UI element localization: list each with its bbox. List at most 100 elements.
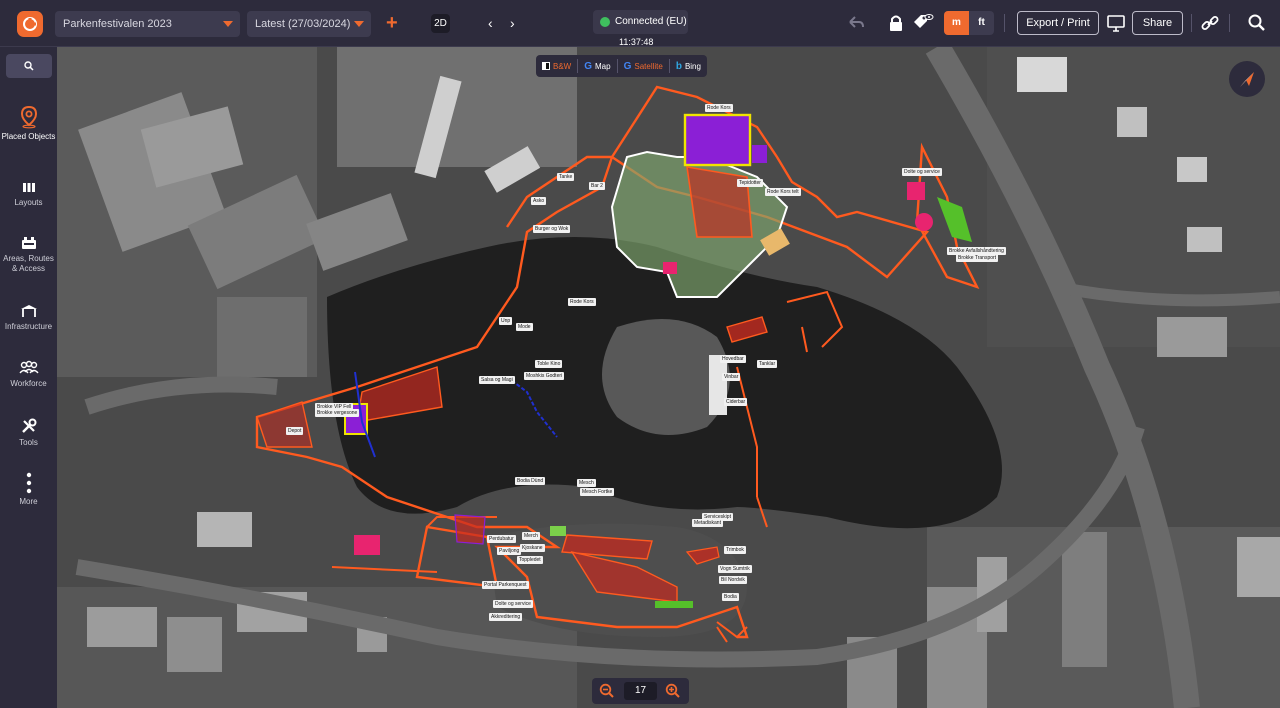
infrastructure-icon	[20, 305, 37, 317]
map-label[interactable]: Mesch Fortke	[580, 488, 615, 496]
clock-time: 11:37:48	[619, 37, 654, 47]
search-icon[interactable]	[1247, 13, 1267, 33]
layer-satellite-button[interactable]: G Satellite	[618, 59, 670, 73]
sidebar-search-button[interactable]	[6, 54, 52, 78]
sidebar-item-label: Placed Objects	[1, 132, 56, 141]
map-label[interactable]: Trimbok	[724, 546, 746, 554]
zoom-in-icon[interactable]	[665, 683, 681, 699]
map-canvas[interactable]: Rode Kors Tanke Bar 2 Asko Burger og Wok…	[57, 47, 1280, 708]
undo-icon[interactable]	[846, 13, 866, 33]
lock-icon[interactable]	[886, 13, 906, 33]
connection-status: Connected (EU)	[593, 10, 688, 34]
sidebar: Placed Objects Layouts Areas, Routes & A…	[0, 47, 57, 708]
chevron-down-icon	[354, 21, 364, 27]
divider	[1191, 14, 1192, 32]
map-label[interactable]: Bar 2	[589, 182, 605, 190]
tag-visibility-icon[interactable]	[912, 13, 934, 33]
map-label[interactable]: Mode	[516, 323, 533, 331]
map-label[interactable]: Burger og Wok	[533, 225, 571, 233]
sidebar-item-placed-objects[interactable]: Placed Objects	[0, 105, 57, 142]
sidebar-item-label: Areas, Routes & Access	[3, 254, 54, 273]
sidebar-item-more[interactable]: More	[0, 472, 57, 507]
map-label[interactable]: Dolte og service	[493, 600, 533, 608]
map-label[interactable]: Unp	[499, 317, 513, 325]
sidebar-item-tools[interactable]: Tools	[0, 417, 57, 448]
sidebar-item-label: Tools	[19, 438, 38, 447]
map-label[interactable]: Perdubatur	[487, 535, 516, 543]
sidebar-item-workforce[interactable]: Workforce	[0, 360, 57, 389]
map-label[interactable]: Brokke vergesone	[315, 409, 360, 417]
sidebar-item-label: Layouts	[14, 198, 43, 207]
undo-nav-chevron-left-icon[interactable]: ‹	[488, 14, 493, 32]
layer-map-button[interactable]: G Map	[578, 59, 618, 73]
satellite-map	[57, 47, 1280, 708]
sidebar-item-layouts[interactable]: Layouts	[0, 181, 57, 208]
map-label[interactable]: Bil Nordvik	[719, 576, 747, 584]
map-label[interactable]: Ciderbar	[724, 398, 748, 406]
workforce-icon	[18, 360, 39, 374]
app-logo-icon[interactable]	[17, 11, 43, 37]
search-icon	[24, 61, 34, 71]
map-label[interactable]: Tepidotter	[737, 179, 763, 187]
sidebar-item-label: Workforce	[10, 379, 47, 388]
map-label[interactable]: Merch	[522, 532, 540, 540]
map-label[interactable]: Asko	[531, 197, 547, 205]
version-select-value: Latest (27/03/2024)	[255, 18, 351, 30]
map-label[interactable]: Brokke Transport	[956, 254, 999, 262]
map-label[interactable]: Toppledet	[517, 556, 543, 564]
share-button[interactable]: Share	[1132, 11, 1183, 35]
layer-bw-button[interactable]: B&W	[536, 59, 579, 73]
map-label[interactable]: Dolte og service	[902, 168, 942, 176]
map-label[interactable]: Tanklar	[757, 360, 778, 368]
map-layer-switcher: B&W G Map G Satellite b Bing	[536, 55, 707, 77]
map-label[interactable]: Bodia	[722, 593, 739, 601]
map-label[interactable]: Mesch	[577, 479, 596, 487]
view-mode-toggle[interactable]: 2D	[431, 14, 450, 33]
layer-label: Bing	[684, 61, 701, 71]
map-label[interactable]: Hovedbar	[720, 355, 746, 363]
map-label[interactable]: Akkreditering	[489, 613, 523, 621]
map-label[interactable]: Salsa og Magi	[479, 376, 515, 384]
map-label[interactable]: Toble Kino	[535, 360, 563, 368]
export-print-button[interactable]: Export / Print	[1017, 11, 1099, 35]
presentation-monitor-icon[interactable]	[1106, 13, 1126, 33]
layer-bing-button[interactable]: b Bing	[670, 59, 707, 73]
map-label[interactable]: Moshkis Godteri	[524, 372, 565, 380]
map-label[interactable]: Vinbar	[722, 373, 741, 381]
project-select[interactable]: Parkenfestivalen 2023	[55, 11, 240, 37]
map-label[interactable]: Portal Parkenquest	[482, 581, 529, 589]
layer-label: Map	[595, 61, 611, 71]
google-icon: G	[584, 60, 593, 72]
map-pin-icon	[20, 105, 37, 129]
map-label[interactable]: Depot	[286, 427, 304, 435]
layouts-icon	[22, 183, 35, 192]
map-label[interactable]: Rode Kors	[705, 104, 733, 112]
divider	[1004, 14, 1005, 32]
divider	[1229, 14, 1230, 32]
unit-metric-button[interactable]: m	[944, 11, 969, 35]
link-icon[interactable]	[1200, 13, 1220, 33]
map-label[interactable]: Rode Kors telt	[765, 188, 801, 196]
version-select[interactable]: Latest (27/03/2024)	[247, 11, 371, 37]
more-icon	[26, 472, 31, 494]
layer-label: Satellite	[634, 61, 663, 71]
map-label[interactable]: Vogn Sumtrik	[718, 565, 752, 573]
zoom-level[interactable]: 17	[624, 682, 657, 700]
map-label[interactable]: Kjoskane	[520, 544, 545, 552]
add-version-button[interactable]: +	[386, 12, 398, 34]
unit-toggle[interactable]: m ft	[944, 11, 994, 35]
sidebar-item-infrastructure[interactable]: Infrastructure	[0, 303, 57, 332]
status-dot-icon	[600, 17, 610, 27]
map-label[interactable]: Rode Kors	[568, 298, 596, 306]
sidebar-item-areas-routes-access[interactable]: Areas, Routes & Access	[0, 235, 57, 274]
map-label[interactable]: Tanke	[557, 173, 575, 181]
redo-nav-chevron-right-icon[interactable]: ›	[510, 14, 515, 32]
map-label[interactable]: Bodia Dünd	[515, 477, 546, 485]
tools-icon	[21, 418, 36, 433]
zoom-out-icon[interactable]	[599, 683, 615, 699]
unit-imperial-button[interactable]: ft	[969, 11, 994, 35]
map-label[interactable]: Paviljong	[497, 547, 522, 555]
map-label[interactable]: Metadiskant	[692, 519, 723, 527]
top-bar: Parkenfestivalen 2023 Latest (27/03/2024…	[0, 0, 1280, 47]
compass-button[interactable]	[1229, 61, 1265, 97]
